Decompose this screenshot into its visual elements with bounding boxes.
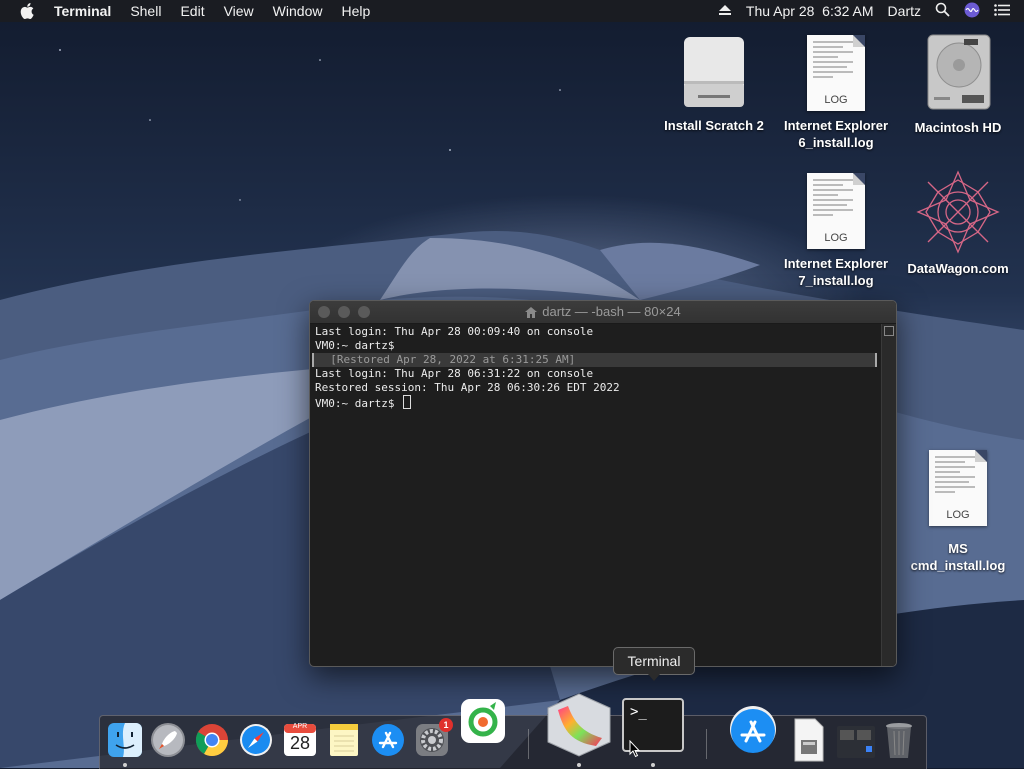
chrome-icon [195, 724, 229, 757]
running-indicator [651, 763, 655, 767]
dock-app-store[interactable] [370, 722, 406, 763]
desktop-icon-datawagon[interactable]: DataWagon.com [898, 170, 1018, 277]
dock-notes[interactable] [326, 722, 362, 763]
menu-edit[interactable]: Edit [180, 3, 204, 19]
home-folder-icon [525, 306, 538, 318]
desktop-icon-ie7-log[interactable]: LOG Internet Explorer 7_install.log [776, 173, 896, 289]
log-file-icon: LOG [929, 450, 987, 526]
dock-system-preferences[interactable]: 1 [414, 718, 453, 763]
terminal-window[interactable]: dartz — -bash — 80×24 Last login: Thu Ap… [309, 300, 897, 667]
menu-help[interactable]: Help [341, 3, 370, 19]
terminal-prompt-line[interactable]: VM0:~ dartz$ [315, 395, 877, 410]
dock-cleanmymac[interactable] [460, 698, 506, 749]
desktop-icon-label: Internet Explorer 6_install.log [783, 118, 889, 150]
siri-icon[interactable] [964, 2, 980, 21]
notification-badge: 1 [439, 718, 453, 732]
dock-calendar[interactable]: APR 28 [282, 722, 318, 763]
safari-compass-icon [240, 724, 272, 756]
spotlight-search-icon[interactable] [935, 2, 950, 20]
text-cursor [403, 395, 412, 409]
terminal-title-bar[interactable]: dartz — -bash — 80×24 [310, 301, 896, 324]
terminal-line: VM0:~ dartz$ [315, 339, 395, 352]
dock-tooltip: Terminal [613, 647, 695, 681]
notes-icon [330, 724, 358, 756]
dock-chrome[interactable] [194, 722, 230, 763]
folder-stack-icon [837, 726, 875, 758]
desktop-icon-label: MS cmd_install.log [910, 541, 1006, 573]
menu-app-name[interactable]: Terminal [54, 3, 111, 19]
menubar-clock[interactable]: Thu Apr 28 6:32 AM [746, 3, 874, 19]
log-file-icon: LOG [807, 173, 865, 249]
app-store-icon [730, 706, 776, 753]
apple-logo-icon[interactable] [20, 3, 36, 19]
launchpad-rocket-icon [151, 723, 185, 757]
menubar-user[interactable]: Dartz [888, 3, 921, 19]
hard-drive-icon [922, 33, 994, 113]
finder-icon [108, 723, 142, 757]
menu-view[interactable]: View [224, 3, 254, 19]
calendar-month: APR [292, 723, 308, 730]
terminal-title: dartz — -bash — 80×24 [542, 304, 681, 319]
terminal-line: Last login: Thu Apr 28 00:09:40 on conso… [315, 325, 594, 338]
desktop-icon-ie6-log[interactable]: LOG Internet Explorer 6_install.log [776, 35, 896, 151]
desktop-icon-label: DataWagon.com [907, 261, 1009, 276]
app-store-icon [372, 724, 404, 756]
terminal-output[interactable]: Last login: Thu Apr 28 00:09:40 on conso… [310, 324, 882, 666]
dock-separator [528, 729, 529, 759]
calendar-day: 28 [289, 733, 311, 753]
notification-center-icon[interactable] [994, 3, 1010, 19]
datawagon-logo-icon [916, 170, 1000, 254]
dock-finder[interactable] [107, 722, 143, 763]
running-indicator [123, 763, 127, 767]
mouse-pointer-icon [629, 739, 641, 763]
terminal-scrollbar[interactable] [881, 324, 896, 666]
trash-icon [886, 723, 912, 758]
menu-window[interactable]: Window [273, 3, 323, 19]
dock-grapher[interactable] [546, 692, 612, 763]
terminal-prompt-icon: >_ [630, 704, 647, 720]
zoom-button[interactable] [358, 306, 370, 318]
dock-document-file[interactable] [794, 718, 824, 767]
dock-separator [706, 729, 707, 759]
dock: APR 28 1 >_ [99, 693, 927, 769]
dock-launchpad[interactable] [150, 722, 186, 763]
dock-documents-stack[interactable] [836, 722, 876, 765]
desktop-icon-label: Macintosh HD [914, 120, 1002, 135]
desktop-icon-install-scratch[interactable]: Install Scratch 2 [654, 35, 774, 134]
terminal-line: Restored session: Thu Apr 28 06:30:26 ED… [315, 381, 620, 394]
split-pane-icon[interactable] [884, 326, 894, 336]
grapher-icon [547, 693, 611, 757]
running-indicator [577, 763, 581, 767]
desktop-icon-label: Internet Explorer 7_install.log [783, 256, 889, 288]
cleanmymac-icon [461, 699, 505, 743]
dock-trash[interactable] [884, 722, 914, 765]
menu-bar: Terminal Shell Edit View Window Help Thu… [0, 0, 1024, 22]
dock-safari[interactable] [238, 722, 274, 763]
menu-shell[interactable]: Shell [130, 3, 161, 19]
restored-session-banner: [Restored Apr 28, 2022 at 6:31:25 AM] [312, 353, 877, 367]
terminal-line: Last login: Thu Apr 28 06:31:22 on conso… [315, 367, 594, 380]
close-button[interactable] [318, 306, 330, 318]
eject-icon[interactable] [718, 3, 732, 19]
dock-downloads-app-store[interactable] [728, 704, 778, 759]
desktop-icon-label: Install Scratch 2 [664, 118, 764, 133]
desktop-icon-ms-cmd-log[interactable]: LOG MS cmd_install.log [898, 450, 1018, 574]
document-file-icon [794, 718, 824, 762]
minimize-button[interactable] [338, 306, 350, 318]
desktop-icon-macintosh-hd[interactable]: Macintosh HD [898, 33, 1018, 136]
disk-image-icon [680, 35, 748, 111]
log-file-icon: LOG [807, 35, 865, 111]
